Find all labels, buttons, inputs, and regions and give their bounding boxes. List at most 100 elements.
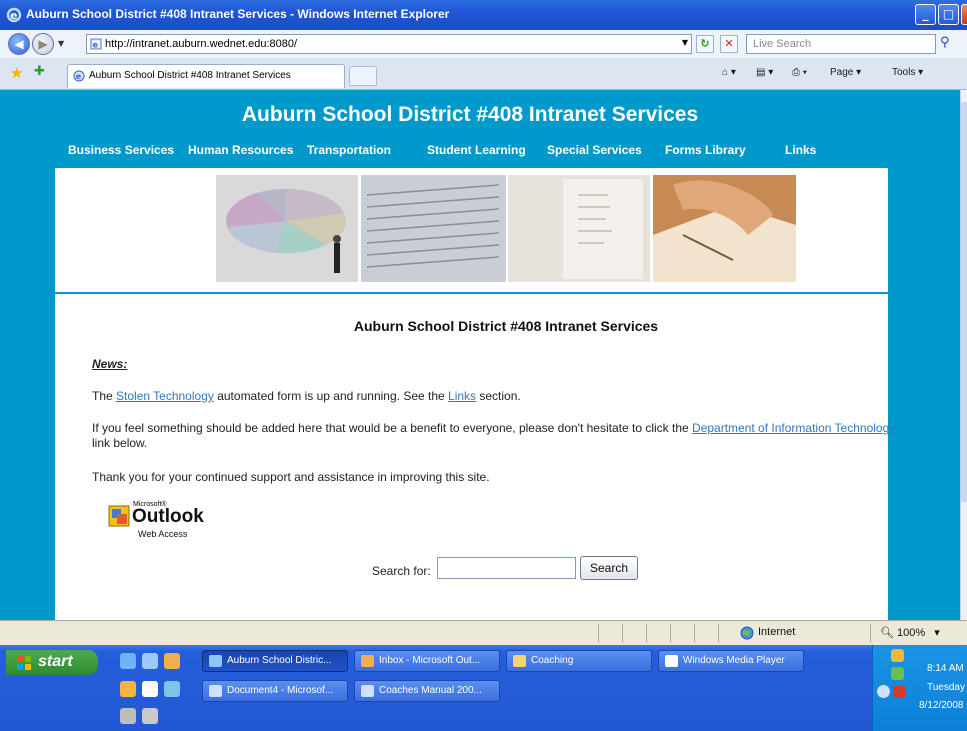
maximize-button[interactable]: □ — [938, 4, 959, 25]
quicklaunch-ie-icon[interactable] — [120, 653, 136, 669]
svg-text:e: e — [76, 72, 82, 81]
address-bar: ◀ ▶ ▼ e http://intranet.auburn.wednet.ed… — [0, 30, 967, 59]
recent-pages-dropdown[interactable]: ▼ — [58, 39, 64, 48]
ie-logo-icon: e — [6, 7, 22, 23]
owa-web-access-text: Web Access — [138, 529, 188, 539]
quicklaunch-search-icon[interactable] — [164, 681, 180, 697]
site-title: Auburn School District #408 Intranet Ser… — [241, 103, 699, 126]
news-text: section. — [476, 389, 521, 403]
tools-menu[interactable]: Tools ▾ — [892, 67, 923, 78]
news-text: If you feel something should be added he… — [92, 421, 693, 435]
system-tray: 8:14 AM Tuesday 8/12/2008 — [872, 645, 967, 731]
task-outlook-inbox[interactable]: Inbox - Microsoft Out... — [354, 650, 500, 672]
task-label: Inbox - Microsoft Out... — [379, 655, 481, 666]
banner-newspaper-image — [361, 175, 506, 282]
title-bar[interactable]: e Auburn School District #408 Intranet S… — [0, 0, 967, 30]
banner-divider — [55, 292, 888, 294]
stolen-technology-link[interactable]: Stolen Technology — [116, 389, 214, 403]
tab-active[interactable]: e Auburn School District #408 Intranet S… — [67, 64, 345, 88]
clock-date: 8/12/2008 — [919, 700, 964, 711]
chevron-down-icon: ▾ — [934, 627, 940, 639]
task-label: Coaches Manual 200... — [379, 685, 482, 696]
banner-images — [216, 175, 796, 282]
tray-outlook-icon[interactable] — [891, 649, 904, 662]
quicklaunch-outlook-icon[interactable] — [164, 653, 180, 669]
search-icon[interactable]: ⚲ — [940, 35, 958, 53]
zoom-icon: 🔍︎ — [880, 627, 894, 639]
nav-links[interactable]: Links — [785, 143, 816, 157]
news-text: automated form is up and running. See th… — [213, 389, 449, 403]
nav-business-services[interactable]: Business Services — [68, 143, 174, 157]
minimize-button[interactable]: _ — [915, 4, 936, 25]
favorites-star-icon[interactable]: ★ — [10, 64, 23, 82]
new-tab-button[interactable] — [349, 66, 377, 86]
taskbar: start Auburn School Distric... Inbox - M… — [0, 645, 967, 731]
tray-network-icon[interactable] — [891, 667, 904, 680]
clock-time[interactable]: 8:14 AM — [927, 663, 964, 674]
nav-human-resources[interactable]: Human Resources — [188, 143, 293, 157]
url-dropdown-icon[interactable]: ▼ — [676, 35, 694, 53]
outlook-web-access-link[interactable]: Microsoft® Outlook Web Access — [108, 501, 218, 543]
news-item-suggestions-cont: link below. — [92, 436, 148, 450]
status-divider — [598, 624, 599, 642]
outlook-icon — [361, 655, 374, 667]
security-zone[interactable]: Internet — [740, 626, 796, 640]
home-icon[interactable]: ⌂ ▾ — [722, 67, 736, 78]
add-favorites-icon[interactable]: ✚ — [34, 64, 45, 79]
news-heading: News: — [92, 357, 128, 371]
nav-transportation[interactable]: Transportation — [307, 143, 391, 157]
vertical-scrollbar[interactable] — [960, 90, 967, 620]
tab-label: Auburn School District #408 Intranet Ser… — [89, 70, 291, 81]
forward-button[interactable]: ▶ — [32, 33, 54, 55]
zoom-level[interactable]: 🔍︎ 100% ▾ — [880, 626, 940, 639]
stop-icon[interactable]: ✕ — [720, 35, 738, 53]
tray-security-icon[interactable] — [893, 685, 906, 698]
window-title: Auburn School District #408 Intranet Ser… — [26, 7, 450, 21]
back-button[interactable]: ◀ — [8, 33, 30, 55]
tab-bar: ★ ✚ e Auburn School District #408 Intran… — [0, 58, 967, 90]
quicklaunch-disc-icon[interactable] — [120, 708, 136, 724]
nav-special-services[interactable]: Special Services — [547, 143, 642, 157]
close-button[interactable]: X — [961, 4, 967, 25]
url-input[interactable]: e http://intranet.auburn.wednet.edu:8080… — [86, 34, 692, 54]
quicklaunch-network-icon[interactable] — [142, 708, 158, 724]
feeds-icon[interactable]: ▤ ▾ — [756, 67, 773, 78]
task-ie-window[interactable]: Auburn School Distric... — [202, 650, 348, 672]
quicklaunch-media-icon[interactable] — [142, 681, 158, 697]
task-media-player[interactable]: Windows Media Player — [658, 650, 804, 672]
windows-flag-icon — [17, 656, 31, 670]
live-search-input[interactable]: Live Search — [746, 34, 936, 54]
search-button[interactable]: Search — [580, 556, 638, 580]
status-divider — [622, 624, 623, 642]
task-coaching-folder[interactable]: Coaching — [506, 650, 652, 672]
nav-forms-library[interactable]: Forms Library — [665, 143, 746, 157]
search-label: Search for: — [372, 564, 431, 578]
print-icon[interactable]: ⎙ ▾ — [792, 67, 807, 78]
tray-expand-icon[interactable] — [877, 685, 890, 698]
dept-it-link[interactable]: Department of Information Technology — [692, 421, 895, 435]
page-menu[interactable]: Page ▾ — [830, 67, 861, 78]
quicklaunch-mail-icon[interactable] — [120, 681, 136, 697]
task-label: Coaching — [531, 655, 574, 666]
task-coaches-manual[interactable]: Coaches Manual 200... — [354, 680, 500, 702]
site-search-input[interactable] — [437, 557, 576, 579]
globe-icon — [740, 626, 754, 640]
links-section-link[interactable]: Links — [448, 389, 476, 403]
banner-signing-image — [653, 175, 796, 282]
news-item-thanks: Thank you for your continued support and… — [92, 470, 490, 484]
scroll-thumb[interactable] — [961, 102, 967, 502]
status-divider — [646, 624, 647, 642]
news-text: The — [92, 389, 117, 403]
task-word-document4[interactable]: Document4 - Microsof... — [202, 680, 348, 702]
word-document-icon — [361, 685, 374, 697]
quicklaunch-ie-settings-icon[interactable] — [142, 653, 158, 669]
nav-student-learning[interactable]: Student Learning — [427, 143, 526, 157]
status-divider — [670, 624, 671, 642]
site-header: Auburn School District #408 Intranet Ser… — [0, 90, 960, 166]
refresh-icon[interactable]: ↻ — [696, 35, 714, 53]
zone-text: Internet — [758, 626, 796, 638]
word-document-icon — [209, 685, 222, 697]
header-divider — [55, 166, 888, 168]
page-icon: e — [73, 70, 85, 82]
start-button[interactable]: start — [6, 650, 98, 675]
